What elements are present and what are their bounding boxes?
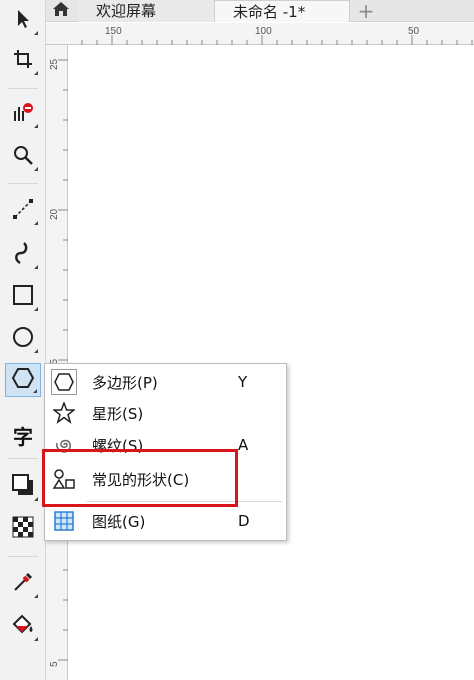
menu-item-shortcut: Y [238, 373, 248, 391]
ruler-label: 20 [49, 208, 60, 220]
ruler-label: 150 [105, 26, 122, 37]
text-tool-icon: 字 [13, 424, 33, 449]
home-icon [52, 1, 70, 21]
polygon-icon [51, 369, 77, 395]
document-tab-bar: 欢迎屏幕 未命名 -1* + [0, 0, 474, 22]
eyedropper-tool[interactable] [5, 567, 41, 601]
pick-tool[interactable] [5, 4, 41, 38]
add-tab-button[interactable]: + [353, 1, 379, 21]
flyout-arrow-icon [34, 71, 38, 75]
toolbox-divider [8, 458, 38, 459]
home-button[interactable] [46, 0, 76, 22]
app-window: 欢迎屏幕 未命名 -1* + 字 150 100 50 25 20 5 多边形(… [0, 0, 474, 680]
drop-shadow-tool[interactable] [5, 470, 41, 504]
graph-paper-icon [51, 508, 77, 534]
menu-item-shortcut: A [238, 436, 249, 454]
shape-tool-icon [11, 101, 35, 127]
polygon-tool[interactable] [5, 363, 41, 397]
menu-item-label: 星形(S) [92, 404, 144, 423]
horizontal-ruler[interactable]: 150 100 50 [46, 23, 474, 45]
star-icon [51, 400, 77, 426]
toolbox: 字 [0, 0, 46, 680]
toolbox-divider [8, 556, 38, 557]
flyout-arrow-icon [34, 124, 38, 128]
toolbox-divider [8, 183, 38, 184]
menu-item-label: 图纸(G) [92, 512, 146, 531]
flyout-arrow-icon [34, 349, 38, 353]
ellipse-tool-icon [12, 326, 34, 352]
artistic-media-tool[interactable] [5, 238, 41, 272]
flyout-arrow-icon [34, 497, 38, 501]
rectangle-tool[interactable] [5, 280, 41, 314]
menu-item-graph-paper[interactable]: 图纸(G) D [45, 506, 286, 536]
annotation-highlight-box [42, 449, 238, 507]
flyout-arrow-icon [34, 637, 38, 641]
flyout-arrow-icon [34, 167, 38, 171]
zoom-tool-icon [12, 144, 34, 170]
flyout-arrow-icon [34, 31, 38, 35]
ruler-label: 25 [49, 58, 60, 70]
ruler-label: 50 [408, 26, 420, 37]
fill-tool-icon [11, 614, 35, 640]
transparency-tool[interactable] [5, 512, 41, 546]
polygon-tool-icon [11, 367, 35, 393]
menu-item-polygon[interactable]: 多边形(P) Y [45, 367, 286, 397]
tab-untitled-document[interactable]: 未命名 -1* [214, 0, 350, 22]
rectangle-tool-icon [12, 284, 34, 310]
flyout-arrow-icon [34, 221, 38, 225]
flyout-arrow-icon [34, 594, 38, 598]
eyedropper-tool-icon [12, 571, 34, 597]
flyout-arrow-icon [34, 265, 38, 269]
crop-tool-icon [12, 48, 34, 74]
freehand-tool[interactable] [5, 194, 41, 228]
text-tool[interactable]: 字 [5, 418, 41, 452]
drop-shadow-tool-icon [12, 474, 34, 500]
menu-item-label: 多边形(P) [92, 373, 158, 392]
menu-item-star[interactable]: 星形(S) [45, 398, 286, 428]
tab-welcome-screen[interactable]: 欢迎屏幕 [78, 0, 214, 22]
toolbox-divider [8, 88, 38, 89]
flyout-arrow-icon [34, 307, 38, 311]
fill-tool[interactable] [5, 610, 41, 644]
transparency-tool-icon [12, 516, 34, 542]
flyout-arrow-icon [33, 389, 37, 393]
freehand-tool-icon [12, 198, 34, 224]
ruler-label: 100 [255, 26, 272, 37]
zoom-tool[interactable] [5, 140, 41, 174]
ellipse-tool[interactable] [5, 322, 41, 356]
pick-tool-icon [13, 8, 33, 34]
artistic-media-icon [12, 241, 34, 269]
crop-tool[interactable] [5, 44, 41, 78]
shape-tool[interactable] [5, 97, 41, 131]
ruler-label: 5 [49, 661, 60, 667]
menu-item-shortcut: D [238, 512, 250, 530]
